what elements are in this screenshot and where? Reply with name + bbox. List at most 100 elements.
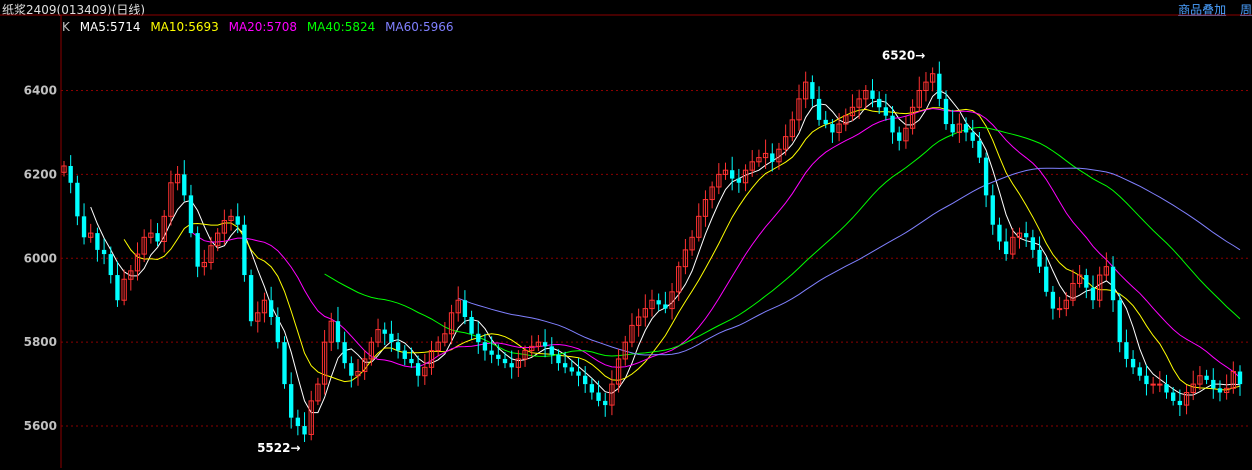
candle-body xyxy=(589,384,595,393)
ma40-line xyxy=(324,126,1241,357)
candle-body xyxy=(1030,237,1036,250)
candle-body xyxy=(730,170,735,179)
candle-body xyxy=(349,363,354,376)
ma5-line xyxy=(90,89,1241,414)
candle-body xyxy=(1110,266,1116,301)
candle-body xyxy=(235,216,240,225)
y-tick-label: 6000 xyxy=(24,251,57,265)
candle-body xyxy=(562,363,568,368)
y-tick-label: 6400 xyxy=(24,84,57,98)
y-tick-label: 5800 xyxy=(24,335,57,349)
candle-body xyxy=(1124,342,1129,359)
candle-body xyxy=(656,300,661,305)
candle-body xyxy=(897,132,902,141)
candle-body xyxy=(402,350,407,359)
candle-body xyxy=(469,317,474,334)
candle-body xyxy=(663,304,668,309)
candle-body xyxy=(502,358,508,364)
candle-body xyxy=(1050,291,1056,309)
candle-body xyxy=(810,82,815,99)
high-annotation: 6520→ xyxy=(882,49,925,63)
candle-body xyxy=(409,358,414,364)
candle-body xyxy=(155,233,160,242)
candle-body xyxy=(496,354,501,359)
candle-body xyxy=(1037,249,1042,267)
candle-body xyxy=(462,300,468,317)
candle-body xyxy=(549,346,554,355)
candle-body xyxy=(81,216,87,238)
candle-body xyxy=(977,140,982,158)
candle-body xyxy=(68,166,73,183)
candle-body xyxy=(1044,266,1049,292)
candle-body xyxy=(101,249,107,255)
candle-body xyxy=(1164,384,1169,393)
candle-body xyxy=(389,333,394,343)
candle-body xyxy=(195,233,200,267)
ma20-line xyxy=(190,107,1241,378)
candle-body xyxy=(883,107,889,116)
candle-body xyxy=(302,426,307,435)
candle-body xyxy=(289,384,294,418)
candle-body xyxy=(937,73,942,99)
candle-body xyxy=(188,195,194,234)
candle-body xyxy=(1056,308,1063,311)
candle-body xyxy=(182,174,187,196)
candle-body xyxy=(1137,367,1142,376)
ma10-line xyxy=(123,107,1241,391)
candle-body xyxy=(1144,375,1149,385)
candle-body xyxy=(489,350,494,355)
candle-body xyxy=(770,153,775,162)
candle-body xyxy=(268,300,274,317)
candle-body xyxy=(335,321,341,343)
candle-body xyxy=(75,182,80,217)
candle-body xyxy=(248,275,254,322)
candle-body xyxy=(1024,233,1029,238)
candle-body xyxy=(395,342,401,351)
candle-body xyxy=(970,132,975,141)
candle-body xyxy=(1204,375,1209,380)
candle-body xyxy=(576,371,581,376)
candle-body xyxy=(1211,379,1216,389)
candle-body xyxy=(1171,392,1176,401)
candle-body xyxy=(997,224,1002,242)
candle-body xyxy=(943,98,949,125)
low-annotation: 5522→ xyxy=(257,441,300,455)
candle-body xyxy=(509,363,514,368)
candle-body xyxy=(1130,358,1136,368)
candle-body xyxy=(1150,383,1156,386)
candle-body xyxy=(1084,275,1089,288)
candle-body xyxy=(830,124,835,133)
candle-body xyxy=(476,333,481,343)
candle-body xyxy=(603,400,608,406)
y-tick-label: 6200 xyxy=(24,167,57,181)
candle-body xyxy=(950,124,955,133)
candle-body xyxy=(823,119,828,125)
candle-body xyxy=(877,98,882,108)
candle-body xyxy=(295,417,301,427)
candle-body xyxy=(870,90,875,99)
candle-body xyxy=(556,354,561,364)
candle-body xyxy=(482,342,488,351)
candle-body xyxy=(542,342,548,347)
candle-body xyxy=(1003,241,1009,255)
candle-body xyxy=(1217,388,1223,393)
candle-body xyxy=(990,195,995,225)
candle-body xyxy=(242,224,247,276)
candle-body xyxy=(816,98,822,120)
candle-body xyxy=(282,342,287,385)
candle-body xyxy=(275,317,280,343)
candle-body xyxy=(95,233,100,250)
candle-body xyxy=(890,115,895,133)
y-tick-label: 5600 xyxy=(24,419,57,433)
candle-body xyxy=(1237,371,1243,385)
candle-body xyxy=(1117,300,1122,343)
candle-body xyxy=(1157,383,1163,386)
candle-body xyxy=(983,157,989,196)
candle-body xyxy=(108,254,113,276)
candle-body xyxy=(342,342,347,364)
ma60-line xyxy=(458,167,1241,356)
candle-body xyxy=(1090,287,1096,301)
candlestick-chart[interactable]: 5600 5800 6000 6200 6400 6520→ 5522→ xyxy=(0,0,1252,470)
candle-body xyxy=(382,329,387,334)
candle-body xyxy=(569,367,574,372)
